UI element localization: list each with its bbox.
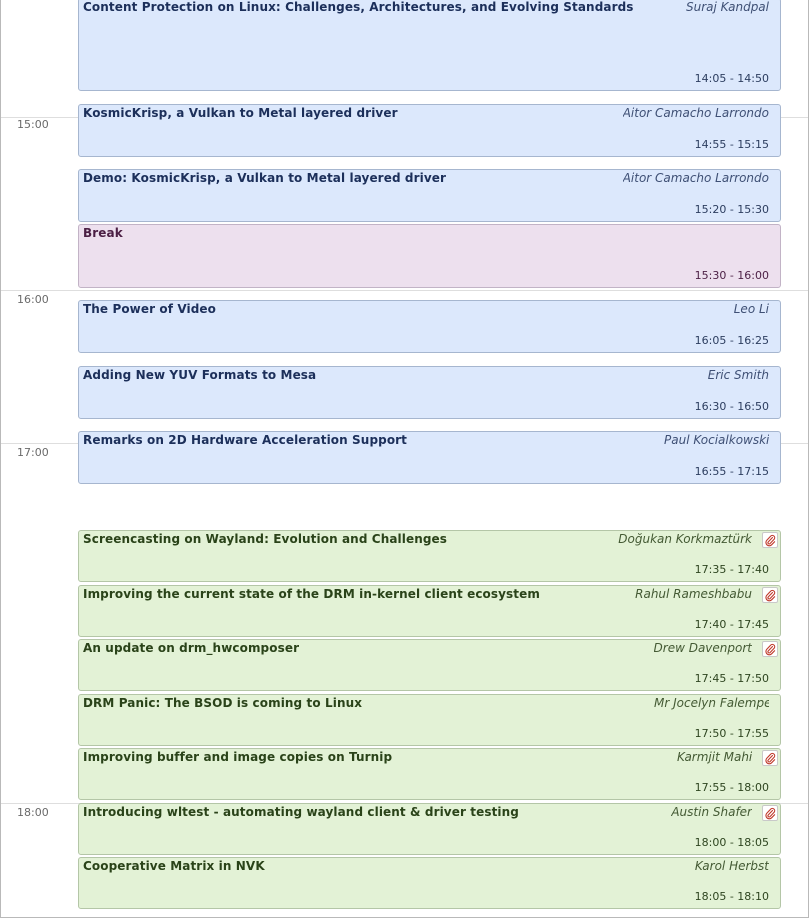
entry-title: Cooperative Matrix in NVK <box>83 859 265 873</box>
timetable-entry[interactable]: Improving buffer and image copies on Tur… <box>78 748 781 800</box>
timetable-entry[interactable]: Remarks on 2D Hardware Acceleration Supp… <box>78 431 781 484</box>
timetable-entry[interactable]: Improving the current state of the DRM i… <box>78 585 781 637</box>
paperclip-icon[interactable] <box>762 750 778 766</box>
entry-speaker: Mr Jocelyn Falempe <box>654 696 769 710</box>
entry-title: Improving the current state of the DRM i… <box>83 587 540 601</box>
timetable-entry[interactable]: Demo: KosmicKrisp, a Vulkan to Metal lay… <box>78 169 781 222</box>
timetable-entry[interactable]: Adding New YUV Formats to Mesa Eric Smit… <box>78 366 781 419</box>
entry-speaker: Drew Davenport <box>653 641 752 655</box>
entry-title: Improving buffer and image copies on Tur… <box>83 750 393 764</box>
entry-time: 18:05 - 18:10 <box>694 890 769 903</box>
timetable-entry-break[interactable]: Break 15:30 - 16:00 <box>78 224 781 288</box>
entry-time: 16:55 - 17:15 <box>694 465 769 478</box>
entry-speaker: Rahul Rameshbabu <box>635 587 752 601</box>
entry-speaker: Karol Herbst <box>694 859 769 873</box>
entry-title: Adding New YUV Formats to Mesa <box>83 368 317 382</box>
paperclip-icon[interactable] <box>762 532 778 548</box>
entry-speaker: Doğukan Korkmaztürk <box>618 532 752 546</box>
entry-speaker: Austin Shafer <box>671 805 752 819</box>
entry-time: 17:40 - 17:45 <box>694 618 769 631</box>
paperclip-icon[interactable] <box>762 587 778 603</box>
entry-title: An update on drm_hwcomposer <box>83 641 300 655</box>
entry-speaker: Leo Li <box>733 302 769 316</box>
entry-speaker: Karmjit Mahil <box>677 750 752 764</box>
entry-time: 17:45 - 17:50 <box>694 672 769 685</box>
entry-speaker: Aitor Camacho Larrondo <box>622 106 769 120</box>
entry-title: KosmicKrisp, a Vulkan to Metal layered d… <box>83 106 398 120</box>
entry-title: The Power of Video <box>83 302 217 316</box>
entry-title: Content Protection on Linux: Challenges,… <box>83 0 634 14</box>
hour-label: 15:00 <box>17 118 49 131</box>
entry-time: 15:20 - 15:30 <box>694 203 769 216</box>
paperclip-icon[interactable] <box>762 805 778 821</box>
entry-time: 17:55 - 18:00 <box>694 781 769 794</box>
timetable-entry[interactable]: DRM Panic: The BSOD is coming to Linux M… <box>78 694 781 746</box>
entry-time: 16:30 - 16:50 <box>694 400 769 413</box>
entry-speaker: Eric Smith <box>707 368 769 382</box>
entry-title: Break <box>83 226 123 240</box>
entry-speaker: Suraj Kandpal <box>686 0 769 14</box>
timetable-entry[interactable]: KosmicKrisp, a Vulkan to Metal layered d… <box>78 104 781 157</box>
entry-time: 15:30 - 16:00 <box>694 269 769 282</box>
timetable-entry[interactable]: Screencasting on Wayland: Evolution and … <box>78 530 781 582</box>
entry-time: 14:55 - 15:15 <box>694 138 769 151</box>
entry-title: Remarks on 2D Hardware Acceleration Supp… <box>83 433 408 447</box>
paperclip-icon[interactable] <box>762 641 778 657</box>
entry-time: 14:05 - 14:50 <box>694 72 769 85</box>
entry-speaker: Paul Kocialkowski <box>664 433 769 447</box>
entry-time: 18:00 - 18:05 <box>694 836 769 849</box>
entry-time: 17:50 - 17:55 <box>694 727 769 740</box>
entry-speaker: Aitor Camacho Larrondo <box>622 171 769 185</box>
entry-time: 16:05 - 16:25 <box>694 334 769 347</box>
hour-label: 17:00 <box>17 446 49 459</box>
timetable-entry[interactable]: The Power of Video Leo Li 16:05 - 16:25 <box>78 300 781 353</box>
hour-label: 18:00 <box>17 806 49 819</box>
timetable-entry[interactable]: An update on drm_hwcomposer Drew Davenpo… <box>78 639 781 691</box>
timetable-entry[interactable]: Cooperative Matrix in NVK Karol Herbst 1… <box>78 857 781 909</box>
timetable-entry[interactable]: Introducing wltest - automating wayland … <box>78 803 781 855</box>
entry-title: Introducing wltest - automating wayland … <box>83 805 519 819</box>
timetable: 15:00 16:00 17:00 18:00 Content Protecti… <box>0 0 809 918</box>
timetable-entry[interactable]: Content Protection on Linux: Challenges,… <box>78 0 781 91</box>
entry-time: 17:35 - 17:40 <box>694 563 769 576</box>
hour-line <box>1 290 808 291</box>
entry-title: Demo: KosmicKrisp, a Vulkan to Metal lay… <box>83 171 447 185</box>
hour-label: 16:00 <box>17 293 49 306</box>
entry-title: DRM Panic: The BSOD is coming to Linux <box>83 696 363 710</box>
entry-title: Screencasting on Wayland: Evolution and … <box>83 532 448 546</box>
